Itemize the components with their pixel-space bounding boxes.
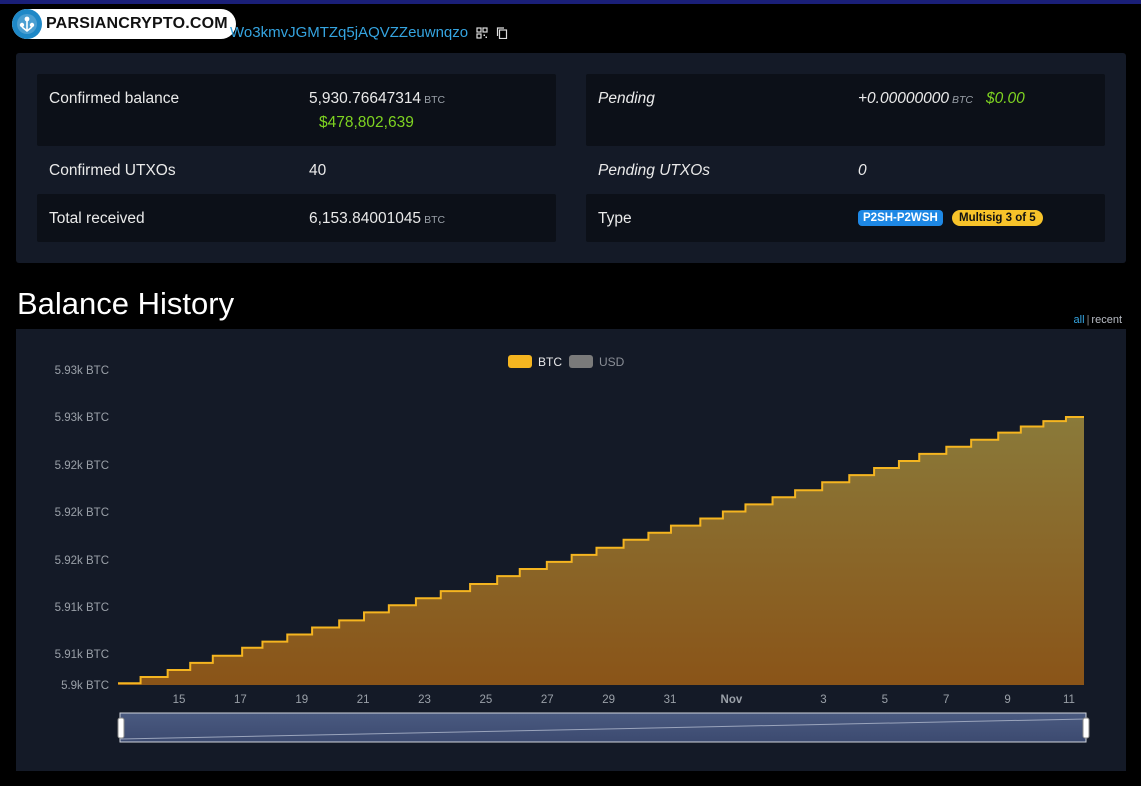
address-text[interactable]: Wo3kmvJGMTZq5jAQVZZeuwnqzo xyxy=(230,24,468,41)
x-tick-label: Nov xyxy=(721,694,743,706)
pending-usd: $0.00 xyxy=(985,90,1025,107)
y-tick-label: 5.93k BTC xyxy=(55,365,109,377)
range-separator: | xyxy=(1086,314,1090,326)
x-tick-label: 3 xyxy=(820,694,826,706)
confirmed-balance-usd: $478,802,639 xyxy=(319,114,414,131)
legend-swatch xyxy=(508,355,532,368)
x-tick-label: 19 xyxy=(295,694,308,706)
type-label: Type xyxy=(598,210,632,227)
total-received-value: 6,153.84001045 BTC xyxy=(309,210,445,228)
navigator-handle-right[interactable] xyxy=(1082,717,1090,739)
pending-value: +0.00000000 BTC $0.00 xyxy=(858,90,1025,108)
y-tick-label: 5.9k BTC xyxy=(61,680,109,692)
x-tick-label: 29 xyxy=(602,694,615,706)
legend-label: BTC xyxy=(538,355,562,369)
pending-utxos-value: 0 xyxy=(858,162,867,179)
confirmed-balance-label: Confirmed balance xyxy=(49,90,180,107)
total-received-amount: 6,153.84001045 xyxy=(309,210,422,227)
total-received-unit: BTC xyxy=(424,214,446,226)
y-tick-label: 5.91k BTC xyxy=(55,602,109,614)
top-accent-bar xyxy=(0,0,1141,4)
pending-label: Pending xyxy=(598,90,655,107)
x-tick-label: 25 xyxy=(479,694,492,706)
legend-item-btc[interactable]: BTC xyxy=(508,355,562,369)
multisig-badge: Multisig 3 of 5 xyxy=(952,210,1043,226)
pending-row xyxy=(586,74,1105,146)
x-tick-label: 17 xyxy=(234,694,247,706)
y-tick-label: 5.91k BTC xyxy=(55,649,109,661)
confirmed-utxos-label: Confirmed UTXOs xyxy=(49,162,176,179)
x-axis: 15 17 19 21 23 25 27 29 31 Nov 3 5 7 9 11 xyxy=(173,694,1075,706)
confirmed-balance-unit: BTC xyxy=(424,94,446,106)
x-tick-label: 7 xyxy=(943,694,949,706)
address-row: Wo3kmvJGMTZq5jAQVZZeuwnqzo xyxy=(230,24,508,41)
balance-history-chart: BTC USD 5.9k BTC 5.91k BTC 5.91k BTC 5.92k B… xyxy=(16,329,1126,771)
confirmed-utxos-value: 40 xyxy=(309,162,327,179)
x-tick-label: 5 xyxy=(882,694,888,706)
legend-item-usd[interactable]: USD xyxy=(569,355,625,369)
x-tick-label: 15 xyxy=(173,694,186,706)
range-selector: all | recent xyxy=(1074,314,1122,326)
qr-code-icon[interactable] xyxy=(476,26,488,39)
x-tick-label: 23 xyxy=(418,694,431,706)
address-summary-panel: Confirmed balance 5,930.76647314 BTC $478… xyxy=(16,53,1126,263)
logo-text: PARSIANCRYPTO.COM xyxy=(46,15,228,32)
balance-history-title: Balance History xyxy=(17,286,235,321)
total-received-label: Total received xyxy=(49,210,145,227)
range-recent-link[interactable]: recent xyxy=(1091,314,1122,326)
range-all-link[interactable]: all xyxy=(1074,314,1085,326)
legend-swatch xyxy=(569,355,593,368)
plot-area xyxy=(118,415,1084,685)
range-navigator[interactable] xyxy=(117,712,1090,743)
x-tick-label: 21 xyxy=(357,694,370,706)
y-axis: 5.9k BTC 5.91k BTC 5.91k BTC 5.92k BTC 5.92k… xyxy=(55,365,109,692)
y-tick-label: 5.93k BTC xyxy=(55,412,109,424)
site-logo[interactable]: PARSIANCRYPTO.COM xyxy=(12,9,236,39)
confirmed-balance-amount: 5,930.76647314 xyxy=(309,90,422,107)
confirmed-balance-value: 5,930.76647314 BTC xyxy=(309,90,445,108)
legend-label: USD xyxy=(599,355,625,369)
y-tick-label: 5.92k BTC xyxy=(55,460,109,472)
pending-unit: BTC xyxy=(951,94,973,106)
chart-canvas: BTC USD 5.9k BTC 5.91k BTC 5.91k BTC 5.92k B… xyxy=(55,355,1090,743)
x-tick-label: 31 xyxy=(664,694,677,706)
navigator-handle-left[interactable] xyxy=(117,717,125,739)
x-tick-label: 9 xyxy=(1004,694,1010,706)
pending-utxos-label: Pending UTXOs xyxy=(598,162,710,179)
x-tick-label: 11 xyxy=(1063,694,1075,706)
chart-legend: BTC USD xyxy=(508,355,625,369)
confirmed-balance-row xyxy=(37,74,556,146)
y-tick-label: 5.92k BTC xyxy=(55,555,109,567)
y-tick-label: 5.92k BTC xyxy=(55,507,109,519)
x-tick-label: 27 xyxy=(541,694,554,706)
copy-icon[interactable] xyxy=(496,26,508,39)
navigator-window[interactable] xyxy=(119,712,1087,743)
script-type-badge: P2SH-P2WSH xyxy=(858,210,943,226)
logo-icon xyxy=(12,9,42,39)
pending-amount: +0.00000000 xyxy=(858,90,949,107)
